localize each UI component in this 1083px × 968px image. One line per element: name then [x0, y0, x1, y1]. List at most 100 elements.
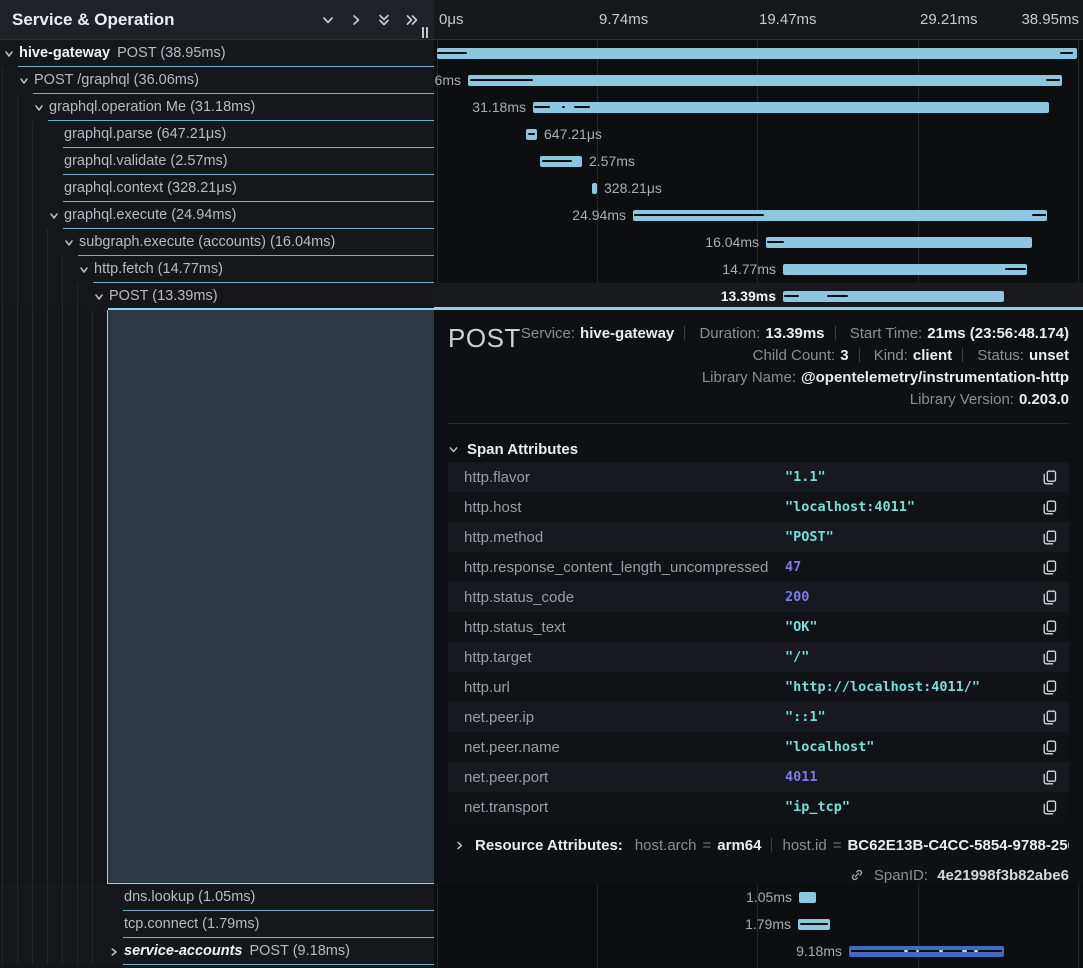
chevron-down-icon[interactable]: [19, 67, 29, 94]
chevron-right-icon[interactable]: [342, 6, 370, 34]
copy-icon[interactable]: [1043, 650, 1057, 665]
span-bar[interactable]: [540, 156, 582, 167]
span-bar[interactable]: [766, 237, 1032, 248]
indent-guide: [32, 283, 33, 310]
child-span-tick: [574, 106, 590, 108]
indent-guide: [77, 911, 78, 938]
span-name-label: POST (13.39ms): [109, 283, 218, 309]
timeline-row[interactable]: 16.04ms: [434, 229, 1083, 256]
span-name-label: graphql.validate (2.57ms): [64, 148, 228, 174]
span-bar[interactable]: [437, 48, 1077, 59]
child-span-tick: [1032, 214, 1046, 216]
tree-row[interactable]: service-accountsPOST (9.18ms): [0, 938, 434, 965]
timeline-row[interactable]: [434, 40, 1083, 67]
chevron-down-icon[interactable]: [314, 6, 342, 34]
span-bar[interactable]: [798, 919, 830, 930]
resource-key: host.arch: [635, 837, 697, 854]
span-bar[interactable]: [633, 210, 1047, 221]
tree-row[interactable]: graphql.operation Me (31.18ms): [0, 94, 434, 121]
timeline-row[interactable]: 647.21μs: [434, 121, 1083, 148]
timeline-row[interactable]: 9.18ms: [434, 938, 1083, 965]
link-icon[interactable]: [850, 869, 868, 886]
copy-icon[interactable]: [1043, 500, 1057, 515]
operation-name: graphql.context (328.21μs): [64, 180, 237, 196]
chevron-right-icon[interactable]: [109, 938, 119, 965]
timeline-row[interactable]: 328.21μs: [434, 175, 1083, 202]
chevron-down-icon[interactable]: [64, 229, 74, 256]
start-time-label: Start Time:: [850, 325, 923, 342]
span-attributes-table: http.flavor"1.1"http.host"localhost:4011…: [448, 462, 1069, 822]
tree-row[interactable]: graphql.context (328.21μs): [0, 175, 434, 202]
copy-icon[interactable]: [1043, 530, 1057, 545]
indent-guide: [92, 911, 93, 938]
span-bar[interactable]: [533, 102, 1049, 113]
span-bar[interactable]: [783, 264, 1027, 275]
attribute-value: 200: [785, 589, 1043, 605]
tree-row[interactable]: subgraph.execute (accounts) (16.04ms): [0, 229, 434, 256]
span-bar[interactable]: [849, 946, 1004, 957]
timeline-row[interactable]: 6ms: [434, 67, 1083, 94]
tree-row[interactable]: http.fetch (14.77ms): [0, 256, 434, 283]
span-bar[interactable]: [526, 129, 537, 140]
copy-icon[interactable]: [1043, 590, 1057, 605]
timeline-row[interactable]: 2.57ms: [434, 148, 1083, 175]
operation-name: http.fetch (14.77ms): [94, 261, 223, 277]
tree-row[interactable]: graphql.execute (24.94ms): [0, 202, 434, 229]
tree-row[interactable]: hive-gatewayPOST (38.95ms): [0, 40, 434, 67]
attribute-row: http.status_code200: [448, 582, 1069, 612]
indent-guide: [32, 175, 33, 202]
operation-name: POST /graphql (36.06ms): [34, 72, 199, 88]
tree-row[interactable]: tcp.connect (1.79ms): [0, 911, 434, 938]
span-bar[interactable]: [468, 75, 1062, 86]
indent-guide: [32, 911, 33, 938]
timeline-row[interactable]: 14.77ms: [434, 256, 1083, 283]
tree-row[interactable]: POST /graphql (36.06ms): [0, 67, 434, 94]
operation-name: dns.lookup (1.05ms): [124, 889, 255, 905]
indent-guide: [17, 884, 18, 911]
span-bar[interactable]: [783, 291, 1004, 302]
span-name-label: graphql.operation Me (31.18ms): [49, 94, 255, 120]
chevron-down-icon[interactable]: [94, 283, 104, 310]
tree-row[interactable]: graphql.validate (2.57ms): [0, 148, 434, 175]
chevron-down-icon[interactable]: [4, 40, 14, 67]
timeline-row[interactable]: 1.05ms: [434, 884, 1083, 911]
copy-icon[interactable]: [1043, 770, 1057, 785]
span-duration-label: 6ms: [435, 67, 461, 94]
service-operation-title: Service & Operation: [0, 10, 314, 30]
copy-icon[interactable]: [1043, 710, 1057, 725]
indent-guide: [47, 256, 48, 283]
chevron-down-icon[interactable]: [79, 256, 89, 283]
child-span-tick: [851, 950, 1002, 952]
copy-icon[interactable]: [1043, 680, 1057, 695]
attribute-key: net.peer.port: [464, 769, 785, 786]
copy-icon[interactable]: [1043, 470, 1057, 485]
chevron-down-icon[interactable]: [34, 94, 44, 121]
double-chevron-down-icon[interactable]: [370, 6, 398, 34]
panel-resize-handle[interactable]: [422, 27, 428, 38]
library-name-value: @opentelemetry/instrumentation-http: [801, 369, 1069, 386]
tree-row[interactable]: POST (13.39ms): [0, 283, 434, 310]
timeline-row[interactable]: 1.79ms: [434, 911, 1083, 938]
span-duration-label: 16.04ms: [705, 229, 759, 256]
copy-icon[interactable]: [1043, 620, 1057, 635]
timeline-row[interactable]: 31.18ms: [434, 94, 1083, 121]
timeline-row[interactable]: 13.39ms: [434, 283, 1083, 310]
child-span-tick: [437, 52, 467, 54]
status-label: Status:: [977, 347, 1024, 364]
tree-row[interactable]: graphql.parse (647.21μs): [0, 121, 434, 148]
child-span-tick: [528, 133, 535, 135]
copy-icon[interactable]: [1043, 560, 1057, 575]
operation-name: subgraph.execute (accounts) (16.04ms): [79, 234, 335, 250]
resource-attributes-toggle[interactable]: Resource Attributes: host.arch=arm64host…: [448, 837, 1069, 854]
timeline-row[interactable]: 24.94ms: [434, 202, 1083, 229]
chevron-down-icon[interactable]: [49, 202, 59, 229]
span-bar[interactable]: [592, 183, 597, 194]
span-bar[interactable]: [799, 892, 816, 903]
copy-icon[interactable]: [1043, 800, 1057, 815]
copy-icon[interactable]: [1043, 740, 1057, 755]
kind-value: client: [913, 347, 952, 364]
indent-guide: [62, 911, 63, 938]
tree-row[interactable]: dns.lookup (1.05ms): [0, 884, 434, 911]
span-attributes-toggle[interactable]: Span Attributes: [448, 440, 1069, 458]
span-duration-label: 647.21μs: [544, 121, 602, 148]
